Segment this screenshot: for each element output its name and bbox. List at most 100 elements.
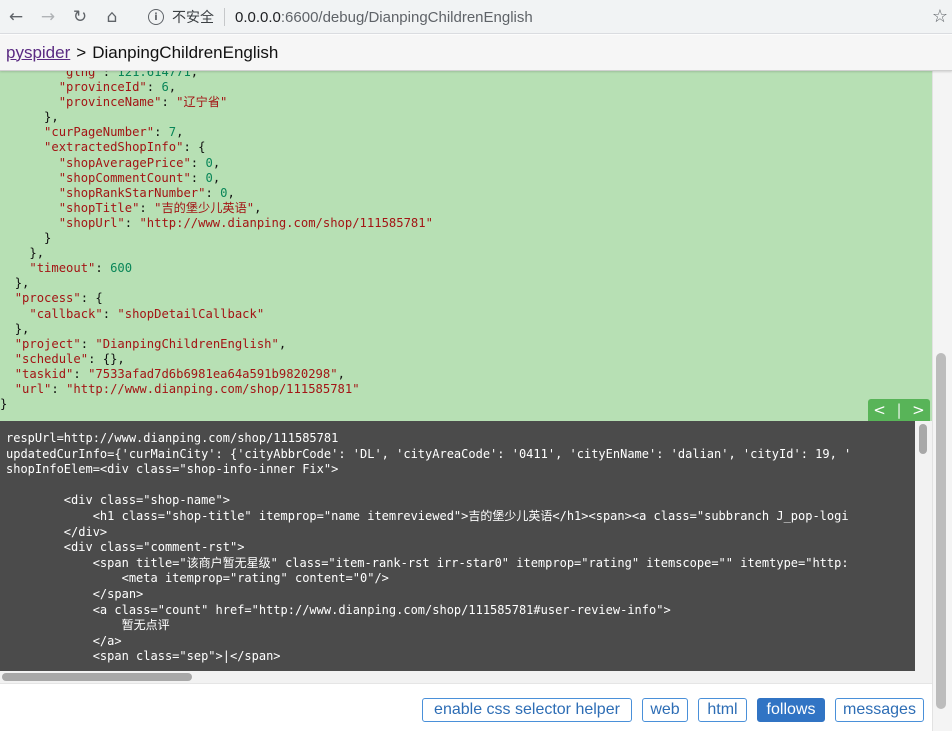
json-token: : xyxy=(73,366,89,381)
task-json-content: "glng": 121.614771, "provinceId": 6, "pr… xyxy=(0,71,433,412)
pager-next-button[interactable]: > xyxy=(912,401,925,419)
bookmark-star-icon[interactable]: ☆ xyxy=(932,6,948,27)
security-label[interactable]: 不安全 xyxy=(172,7,214,27)
json-token: "callback" xyxy=(29,306,103,321)
json-token: "http://www.dianping.com/shop/111585781" xyxy=(66,381,360,396)
json-token: : xyxy=(124,215,140,230)
home-icon[interactable]: ⌂ xyxy=(96,0,128,34)
json-token: "project" xyxy=(14,336,81,351)
result-output-panel[interactable]: respUrl=http://www.dianping.com/shop/111… xyxy=(0,421,932,671)
json-line: "shopRankStarNumber": 0, xyxy=(0,186,433,201)
json-line: "shopCommentCount": 0, xyxy=(0,171,433,186)
tab-messages[interactable]: messages xyxy=(835,698,924,722)
json-line: "url": "http://www.dianping.com/shop/111… xyxy=(0,382,433,397)
result-line: updatedCurInfo={'curMainCity': {'cityAbb… xyxy=(6,446,852,461)
json-token: : xyxy=(190,155,206,170)
json-token: , xyxy=(337,366,345,381)
result-vertical-scrollbar[interactable] xyxy=(915,421,932,671)
json-token: "shopUrl" xyxy=(58,215,125,230)
tab-follows[interactable]: follows xyxy=(757,698,825,722)
url-path[interactable]: :6600/debug/DianpingChildrenEnglish xyxy=(281,9,533,26)
url-host[interactable]: 0.0.0.0 xyxy=(235,9,281,26)
task-json-panel[interactable]: "glng": 121.614771, "provinceId": 6, "pr… xyxy=(0,71,932,421)
json-line: } xyxy=(0,397,433,412)
result-line: <meta itemprop="rating" content="0"/> xyxy=(6,571,389,586)
task-pager: < | > xyxy=(868,399,930,421)
json-token: , xyxy=(176,125,184,140)
json-token: : xyxy=(80,336,96,351)
json-token: "taskid" xyxy=(14,366,74,381)
json-token: 600 xyxy=(110,261,133,276)
json-token: : xyxy=(95,261,111,276)
json-token: "timeout" xyxy=(29,261,96,276)
tab-web[interactable]: web xyxy=(642,698,688,722)
json-token: : {}, xyxy=(88,351,125,366)
breadcrumb-separator: > xyxy=(76,42,87,62)
result-line: <a class="count" href="http://www.dianpi… xyxy=(6,602,671,617)
json-token: : xyxy=(161,95,177,110)
result-line: <span class="sep">|</span> xyxy=(6,649,281,664)
json-token: : xyxy=(190,170,206,185)
json-token: , xyxy=(212,155,221,170)
result-line: <div class="shop-name"> xyxy=(6,493,230,508)
pager-prev-button[interactable]: < xyxy=(873,401,886,419)
json-token: "shopTitle" xyxy=(58,200,140,215)
json-token: }, xyxy=(14,321,30,336)
json-token: , xyxy=(227,185,235,200)
json-token: }, xyxy=(44,110,59,125)
json-token: : xyxy=(154,125,169,140)
json-line: "provinceName": "辽宁省" xyxy=(0,95,433,110)
json-token: , xyxy=(212,170,221,185)
json-line: "shopUrl": "http://www.dianping.com/shop… xyxy=(0,216,433,231)
json-token: } xyxy=(0,397,8,412)
json-token: : xyxy=(146,80,162,95)
json-line: "glng": 121.614771, xyxy=(0,71,433,80)
result-line xyxy=(6,478,851,494)
json-token: , xyxy=(278,336,287,351)
reload-icon[interactable]: ↻ xyxy=(64,0,96,34)
forward-arrow-icon[interactable]: → xyxy=(32,0,64,34)
json-token: : xyxy=(139,200,155,215)
json-line: "callback": "shopDetailCallback" xyxy=(0,307,433,322)
result-horizontal-scrollbar[interactable] xyxy=(0,671,932,683)
json-line: "taskid": "7533afad7d6b6981ea64a591b9820… xyxy=(0,367,433,382)
app-header: pyspider > DianpingChildrenEnglish xyxy=(0,35,952,71)
json-token: "schedule" xyxy=(14,351,89,366)
json-line: "provinceId": 6, xyxy=(0,80,433,95)
json-token: "url" xyxy=(14,381,52,396)
json-token: : { xyxy=(183,140,206,155)
json-line: "shopTitle": "吉的堡少儿英语", xyxy=(0,201,433,216)
json-line: "extractedShopInfo": { xyxy=(0,140,433,155)
json-token: : xyxy=(51,381,67,396)
result-vscroll-thumb[interactable] xyxy=(919,424,927,454)
page-scrollbar[interactable] xyxy=(932,71,952,731)
page-scrollbar-thumb[interactable] xyxy=(936,353,946,709)
json-token: , xyxy=(168,80,177,95)
json-line: } xyxy=(0,231,433,246)
omnibox-divider xyxy=(224,8,225,26)
json-line: }, xyxy=(0,246,433,261)
json-token: "吉的堡少儿英语" xyxy=(154,200,255,215)
info-icon[interactable]: i xyxy=(148,9,164,25)
json-line: "project": "DianpingChildrenEnglish", xyxy=(0,337,433,352)
back-arrow-icon[interactable]: ← xyxy=(0,0,32,34)
json-token: "辽宁省" xyxy=(176,95,228,110)
result-hscroll-thumb[interactable] xyxy=(2,673,192,681)
css-selector-helper-button[interactable]: enable css selector helper xyxy=(422,698,632,722)
result-line: 暂无点评 xyxy=(6,618,170,633)
json-token: "shopRankStarNumber" xyxy=(58,185,206,200)
pyspider-home-link[interactable]: pyspider xyxy=(6,43,70,63)
result-line: shopInfoElem=<div class="shop-info-inner… xyxy=(6,462,339,477)
project-name: DianpingChildrenEnglish xyxy=(92,42,279,62)
json-line: "timeout": 600 xyxy=(0,261,433,276)
json-token: , xyxy=(254,200,262,215)
json-token: "shopDetailCallback" xyxy=(117,306,265,321)
browser-toolbar: ← → ↻ ⌂ i 不安全 0.0.0.0:6600/debug/Dianpin… xyxy=(0,0,952,34)
tab-html[interactable]: html xyxy=(698,698,747,722)
json-token: , xyxy=(190,71,199,79)
result-line: </div> xyxy=(6,524,108,539)
json-line: "process": { xyxy=(0,291,433,306)
address-bar[interactable]: i 不安全 0.0.0.0:6600/debug/DianpingChildre… xyxy=(140,3,920,31)
result-output-content: respUrl=http://www.dianping.com/shop/111… xyxy=(6,431,851,665)
result-line: <div class="comment-rst"> xyxy=(6,540,245,555)
